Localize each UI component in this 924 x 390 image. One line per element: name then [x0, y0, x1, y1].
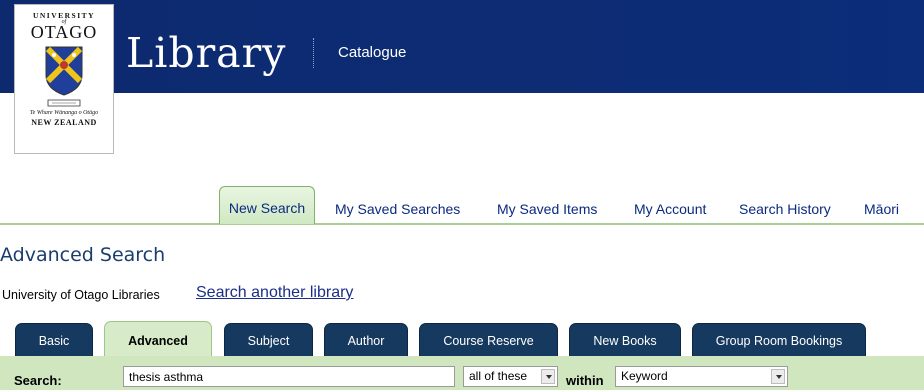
search-field-value: Keyword — [621, 369, 668, 383]
tab-group-room-bookings[interactable]: Group Room Bookings — [692, 323, 866, 357]
tab-new-search[interactable]: New Search — [219, 186, 315, 224]
tab-my-saved-searches[interactable]: My Saved Searches — [335, 201, 460, 217]
within-label: within — [566, 373, 604, 388]
banner-divider — [313, 38, 315, 68]
search-label: Search: — [14, 373, 62, 388]
match-type-value: all of these — [469, 369, 528, 383]
tab-course-reserve[interactable]: Course Reserve — [419, 323, 558, 357]
match-type-select[interactable]: all of these — [463, 366, 558, 387]
tab-basic[interactable]: Basic — [15, 323, 93, 357]
library-title: Library — [126, 29, 287, 77]
university-logo[interactable]: UNIVERSITY of OTAGO Te Whare Wānanga o O… — [14, 4, 114, 154]
tab-advanced[interactable]: Advanced — [104, 321, 212, 357]
tab-subject[interactable]: Subject — [224, 323, 313, 357]
library-name: University of Otago Libraries — [2, 288, 160, 302]
tab-search-history[interactable]: Search History — [739, 201, 831, 217]
crest-icon — [45, 46, 83, 96]
logo-maori-name: Te Whare Wānanga o Otāgo — [29, 110, 99, 116]
tab-maori[interactable]: Māori — [864, 201, 899, 217]
nav-divider — [0, 223, 924, 225]
page-title: Advanced Search — [0, 244, 166, 266]
chevron-down-icon[interactable] — [541, 369, 555, 384]
chevron-down-icon[interactable] — [771, 369, 785, 384]
tab-author[interactable]: Author — [324, 323, 408, 357]
logo-country-text: NEW ZEALAND — [31, 118, 97, 127]
search-field-select[interactable]: Keyword — [615, 366, 788, 387]
tab-my-account[interactable]: My Account — [634, 201, 706, 217]
search-input[interactable] — [123, 366, 455, 387]
catalogue-subtitle: Catalogue — [338, 44, 407, 61]
tab-new-books[interactable]: New Books — [569, 323, 681, 357]
logo-otago-text: OTAGO — [30, 22, 98, 42]
search-another-library-link[interactable]: Search another library — [196, 284, 353, 302]
tab-my-saved-items[interactable]: My Saved Items — [497, 201, 597, 217]
scroll-ribbon-icon — [47, 99, 81, 107]
